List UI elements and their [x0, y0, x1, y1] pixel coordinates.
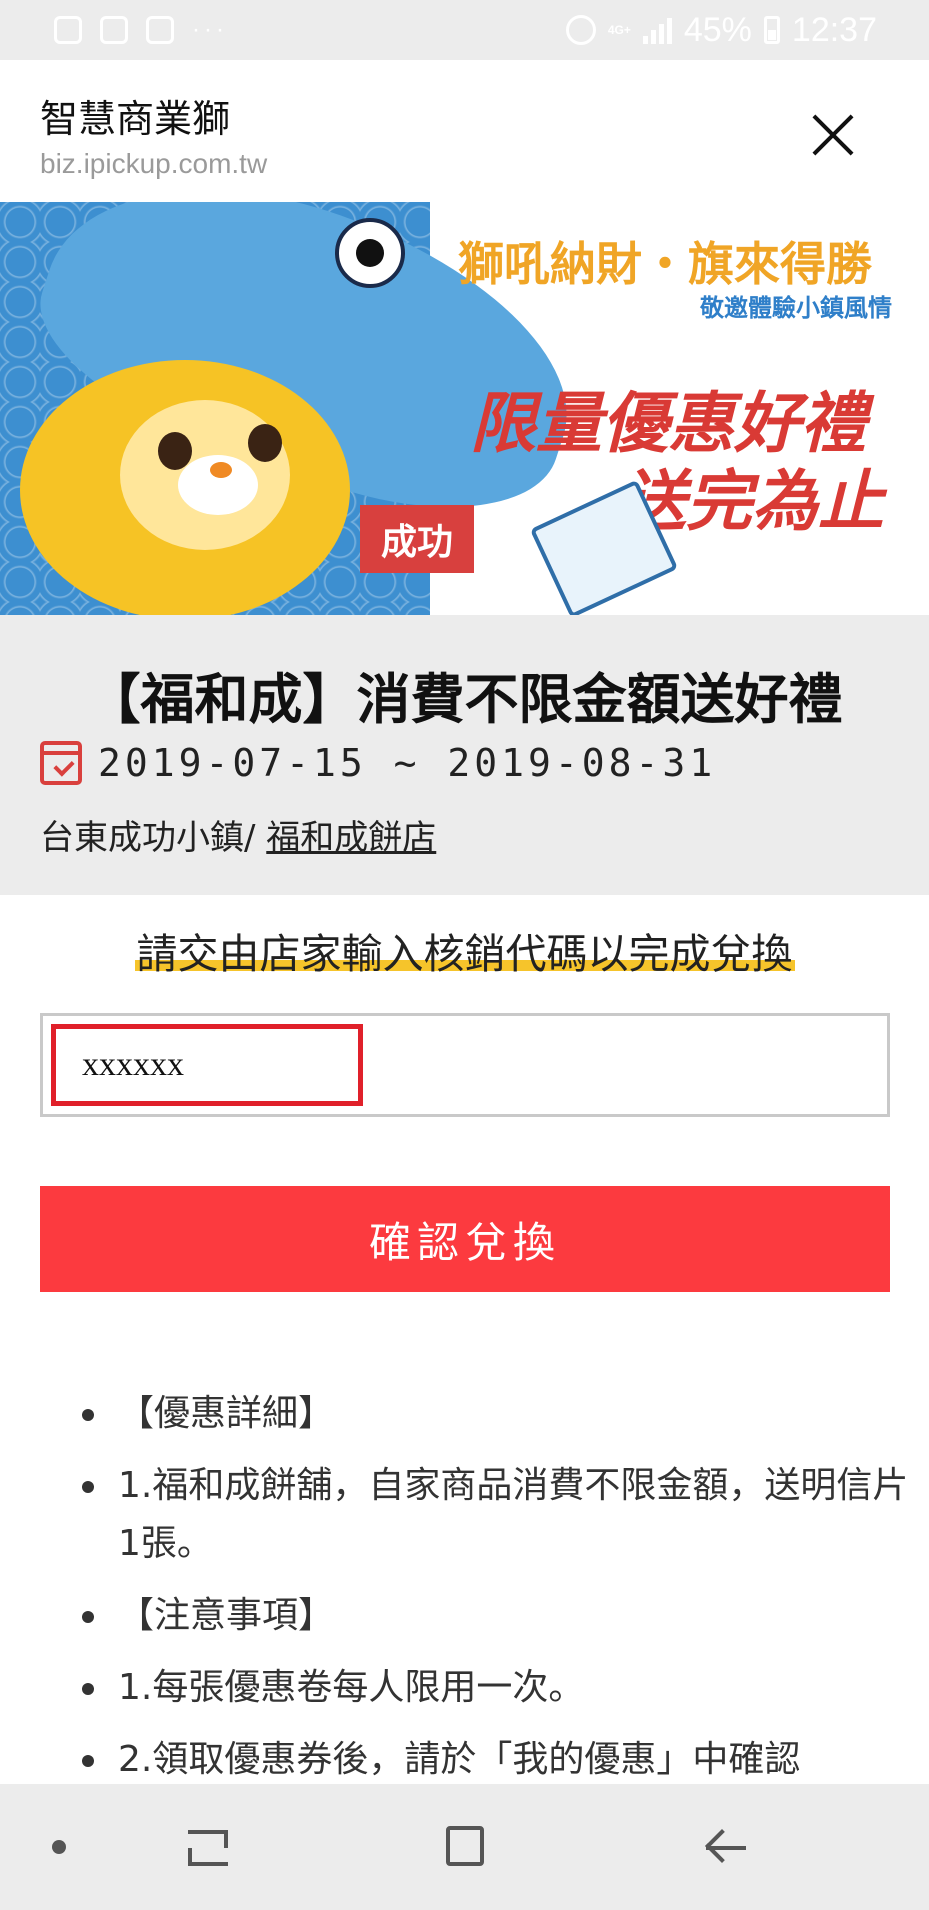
- status-bar: ··· 4G+ 45% 12:37: [0, 0, 929, 60]
- site-name: 智慧商業獅: [40, 97, 231, 141]
- location-prefix: 台東成功小鎮/: [40, 818, 267, 858]
- banner-tagline: 獅吼納財・旗來得勝: [458, 237, 872, 291]
- clock: 12:37: [791, 10, 877, 49]
- location-row: 台東成功小鎮/ 福和成餅店: [40, 810, 436, 859]
- home-icon[interactable]: [446, 1826, 484, 1866]
- network-type: 4G+: [607, 23, 631, 37]
- browser-header: 智慧商業獅 biz.ipickup.com.tw: [0, 60, 929, 202]
- banner-subtagline: 敬邀體驗小鎮風情: [700, 294, 892, 322]
- instruction-text: 請交由店家輸入核銷代碼以完成兌換: [134, 930, 795, 978]
- lion-eye: [248, 424, 282, 462]
- shopping-bag-icon: [100, 16, 128, 44]
- redeem-instruction: 請交由店家輸入核銷代碼以完成兌換: [0, 920, 929, 980]
- site-url: biz.ipickup.com.tw: [40, 148, 268, 179]
- fish-eye: [335, 218, 405, 288]
- recent-apps-icon[interactable]: [184, 1828, 228, 1868]
- more-notifications-icon: ···: [192, 16, 228, 43]
- offer-info: 【福和成】消費不限金額送好禮 2019-07-15 ~ 2019-08-31 台…: [0, 615, 929, 895]
- battery-percent: 45%: [683, 10, 752, 49]
- code-field: [40, 1013, 890, 1117]
- redeem-code-input[interactable]: [51, 1024, 363, 1106]
- battery-icon: [763, 16, 780, 44]
- list-item: 2.領取優惠券後，請於「我的優惠」中確認: [82, 1731, 928, 1789]
- notification-icons: ···: [54, 16, 228, 44]
- facebook-icon: [146, 16, 174, 44]
- offer-title: 【福和成】消費不限金額送好禮: [86, 668, 843, 731]
- list-item: 【注意事項】: [82, 1587, 928, 1645]
- nav-dot-icon: [52, 1840, 66, 1854]
- system-nav-bar: [0, 1784, 929, 1910]
- confirm-redeem-button[interactable]: 確認兌換: [40, 1186, 890, 1292]
- store-link[interactable]: 福和成餅店: [266, 818, 436, 858]
- shopping-bag-icon: [54, 16, 82, 44]
- lion-nose: [210, 462, 232, 478]
- date-row: 2019-07-15 ~ 2019-08-31: [40, 741, 716, 785]
- promo-banner: 獅吼納財・旗來得勝 敬邀體驗小鎮風情 限量優惠好禮 送完為止 成功: [0, 202, 929, 615]
- system-icons: 4G+ 45% 12:37: [565, 10, 877, 50]
- back-icon[interactable]: [704, 1828, 748, 1868]
- list-item: 【優惠詳細】: [82, 1385, 928, 1443]
- list-item: 1.每張優惠卷每人限用一次。: [82, 1659, 928, 1717]
- close-icon[interactable]: [810, 112, 856, 158]
- offer-details-list: 【優惠詳細】 1.福和成餅舖，自家商品消費不限金額，送明信片1張。 【注意事項】…: [82, 1385, 928, 1803]
- signal-icon: [642, 16, 672, 44]
- list-item: 1.福和成餅舖，自家商品消費不限金額，送明信片1張。: [82, 1457, 928, 1573]
- alarm-icon: [565, 15, 596, 45]
- calendar-icon: [40, 741, 82, 785]
- banner-badge: 成功: [360, 505, 474, 573]
- lion-eye: [158, 432, 192, 470]
- date-range: 2019-07-15 ~ 2019-08-31: [98, 741, 717, 785]
